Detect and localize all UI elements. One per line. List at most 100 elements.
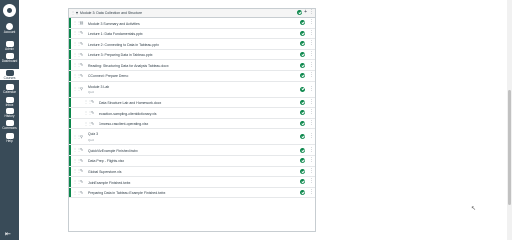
module-item[interactable]: ⋮⋮ ✎ Data Structure Lab and Homework.docx ⋮ [69,97,315,109]
item-options-icon[interactable]: ⋮ [309,62,314,68]
module-item-title[interactable]: Quiz 3 [88,132,98,136]
published-check-icon[interactable] [300,134,305,140]
module-item[interactable]: ⋮⋮ ✎ Lecture 3: Preparing Data in Tableau.… [69,49,315,61]
module-item-title[interactable]: Lecture 2: Connecting to Data in Tableau… [88,43,159,47]
item-options-icon[interactable]: ⋮ [309,179,314,184]
scrollbar-thumb[interactable] [508,90,511,205]
module-item-title[interactable]: JoinExample Finished.twbx [88,181,130,185]
page-scrollbar[interactable] [507,0,512,240]
module-item-title[interactable]: Lecture 1: Data Fundamentals.pptx [88,32,143,36]
module-item-type: Quiz [88,137,95,142]
published-check-icon[interactable] [297,10,303,15]
published-check-icon[interactable] [300,73,305,79]
item-options-icon[interactable]: ⋮ [309,30,314,36]
published-status-bar [69,145,71,155]
nav-item-account[interactable]: Account [0,22,19,34]
item-options-icon[interactable]: ⋮ [309,99,314,105]
published-status-bar [69,18,71,28]
module-item-actions: ⋮ [300,30,314,36]
module-item-title[interactable]: Preparing Data in Tableau Example Finish… [88,191,165,195]
published-check-icon[interactable] [300,20,305,26]
drag-handle-icon[interactable]: ⋮⋮ [71,11,79,15]
module-item[interactable]: ⋮⋮ ⚲ Module 3 Lab Quiz ⋮ [69,81,315,98]
item-options-icon[interactable]: ⋮ [309,41,314,46]
nav-item-courses[interactable]: Courses [0,69,19,80]
item-options-icon[interactable]: ⋮ [309,110,314,115]
module-item[interactable]: ⋮⋮ ✎ Reading: Structuring Data for Analysi… [69,60,315,71]
nav-item-label: Dashboard [1,59,18,63]
module-title: Module 3: Data Collection and Structure [80,11,143,15]
published-check-icon[interactable] [300,158,305,164]
published-status-bar [69,166,71,177]
attachment-icon: ✎ [79,72,84,78]
published-check-icon[interactable] [300,168,305,174]
module-item-actions: ⋮ [300,62,314,68]
published-check-icon[interactable] [300,147,305,153]
nav-item-calendar[interactable]: Calendar [0,83,19,94]
module-item[interactable]: ⋮⋮ ✎ Data Prep - Flights.xlsx ⋮ [69,155,315,167]
module-item[interactable]: ⋮⋮ ▤ Module 3 Summary and Activities ⋮ [69,18,315,29]
module-item-title[interactable]: Module 3 Summary and Activities [88,22,140,26]
module-item[interactable]: ⋮⋮ ✎ JoinExample Finished.twbx ⋮ [69,177,315,188]
item-options-icon[interactable]: ⋮ [309,52,314,57]
item-options-icon[interactable]: ⋮ [309,20,314,25]
nav-item-dashboard[interactable]: Dashboard [0,52,19,63]
add-item-icon[interactable]: + [304,10,307,15]
module-container: ⋮⋮ ▾ Module 3: Data Collection and Struc… [68,8,316,232]
item-options-icon[interactable]: ⋮ [309,86,314,92]
module-item-title[interactable]: QuickVizExample Finished.twbx [88,149,138,153]
nav-item-label: Courses [3,76,16,80]
module-item[interactable]: ⋮⋮ ✎ Preparing Data in Tableau Example Fin… [69,187,315,199]
published-check-icon[interactable] [300,190,305,196]
canvas-logo-icon[interactable] [3,4,16,17]
published-check-icon[interactable] [300,99,305,105]
module-item-title[interactable]: Reading: Structuring Data for Analysis T… [88,64,169,68]
nav-item-label: Account [3,30,16,34]
collapse-nav-icon[interactable]: ⇤ [5,231,11,238]
published-check-icon[interactable] [300,179,305,185]
module-item-title[interactable]: Module 3 Lab [88,85,109,89]
module-item-title[interactable]: Data Prep - Flights.xlsx [88,159,124,163]
caret-down-icon[interactable]: ▾ [76,11,78,15]
module-item[interactable]: ⋮⋮ ✎ Lecture 2: Connecting to Data in Tabl… [69,39,315,50]
item-options-icon[interactable]: ⋮ [309,168,314,174]
item-options-icon[interactable]: ⋮ [309,134,314,139]
published-check-icon[interactable] [300,30,305,36]
module-items-list: ⋮ ⋮ ▤ Module 3 Summary and Activities ⋮ ⋮ ⋮ ✎ Le… [69,18,315,199]
item-options-icon[interactable]: ⋮ [309,158,314,163]
module-item[interactable]: ⋮⋮ ✎ Global Superstore.xls ⋮ [69,166,315,178]
module-item[interactable]: ⋮⋮ ✎ 1mceso-rasclient-operating.xlsx ⋮ [69,118,315,130]
module-item-title[interactable]: ecaction-sampling-clientdictionary.xls [99,112,157,116]
item-options-icon[interactable]: ⋮ [309,73,314,78]
nav-item-admin[interactable]: Admin [0,40,19,51]
nav-item-history[interactable]: History [0,107,19,118]
published-check-icon[interactable] [300,52,305,58]
module-item[interactable]: ⋮⋮ ⚲ Quiz 3 Quiz ⋮ [69,129,315,146]
module-item-title[interactable]: 1mceso-rasclient-operating.xlsx [99,122,148,126]
attachment-icon: ✎ [79,178,84,184]
module-item-title[interactable]: CConnect: Prepare Demo [88,74,128,78]
module-item[interactable]: ⋮⋮ ✎ Lecture 1: Data Fundamentals.pptx ⋮ [69,28,315,40]
module-item[interactable]: ⋮⋮ ✎ ecaction-sampling-clientdictionary.xl… [69,108,315,119]
published-check-icon[interactable] [300,41,305,47]
module-item[interactable]: ⋮⋮ ✎ CConnect: Prepare Demo ⋮ [69,70,315,82]
module-options-icon[interactable]: ⋮ [309,10,314,15]
module-item-title[interactable]: Global Superstore.xls [88,170,121,174]
nav-item-commons[interactable]: Commons [0,119,19,130]
nav-item-inbox[interactable]: Inbox [0,96,19,107]
module-item-actions: ⋮ [300,52,314,58]
published-check-icon[interactable] [300,86,305,92]
item-options-icon[interactable]: ⋮ [309,147,314,153]
published-check-icon[interactable] [300,110,305,116]
attachment-icon: ✎ [90,109,95,115]
item-options-icon[interactable]: ⋮ [309,121,314,126]
attachment-icon: ✎ [79,189,84,195]
published-check-icon[interactable] [300,62,305,68]
module-item-title[interactable]: Lecture 3: Preparing Data in Tableau.ppt… [88,53,153,57]
module-item[interactable]: ⋮⋮ ✎ QuickVizExample Finished.twbx ⋮ [69,145,315,156]
module-header[interactable]: ⋮⋮ ▾ Module 3: Data Collection and Struc… [69,9,315,18]
item-options-icon[interactable]: ⋮ [309,190,314,195]
nav-item-help[interactable]: Help [0,132,19,143]
published-check-icon[interactable] [300,121,305,127]
module-item-title[interactable]: Data Structure Lab and Homework.docx [99,101,161,105]
